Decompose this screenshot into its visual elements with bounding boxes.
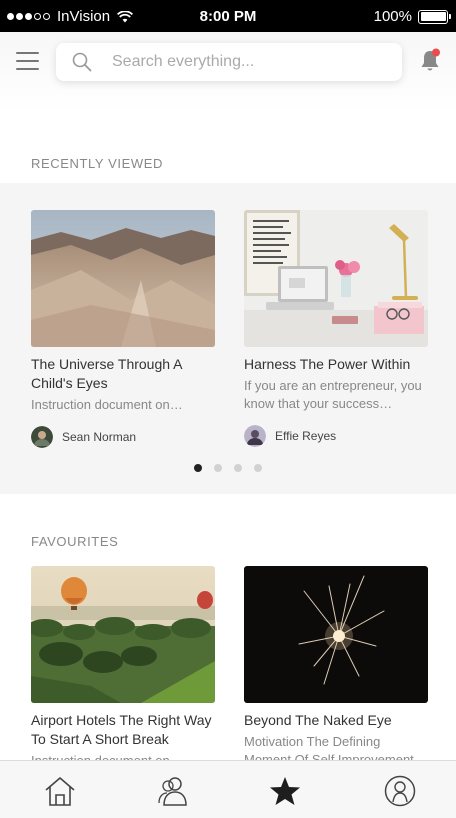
battery-percent: 100% xyxy=(373,8,412,25)
bell-icon[interactable] xyxy=(418,48,442,74)
search-input[interactable] xyxy=(112,53,382,71)
card-title: Airport Hotels The Right Way To Start A … xyxy=(31,712,212,747)
search-icon xyxy=(72,52,92,72)
card-image-desert-mountains xyxy=(31,210,215,347)
author-name: Effie Reyes xyxy=(275,429,337,443)
card-title: Beyond The Naked Eye xyxy=(244,712,392,728)
notification-badge xyxy=(432,48,440,57)
favourites-title: FAVOURITES xyxy=(31,534,119,549)
card-title: Harness The Power Within xyxy=(244,356,411,372)
card-author: Effie Reyes xyxy=(244,425,428,447)
tab-bar xyxy=(0,760,456,818)
battery-level xyxy=(420,12,446,21)
star-icon[interactable] xyxy=(268,775,302,807)
pager-dot[interactable] xyxy=(234,464,242,472)
favourite-card-2[interactable]: Beyond The Naked Eye Motivation The Defi… xyxy=(244,566,428,769)
author-name: Sean Norman xyxy=(62,430,137,444)
recent-card-1[interactable]: The Universe Through A Child's Eyes Inst… xyxy=(31,210,215,448)
recent-card-2[interactable]: Harness The Power Within If you are an e… xyxy=(244,210,428,447)
pager-dot[interactable] xyxy=(254,464,262,472)
carousel-pager xyxy=(0,464,456,472)
recently-viewed-title: RECENTLY VIEWED xyxy=(31,156,164,171)
profile-icon[interactable] xyxy=(383,775,417,807)
home-icon[interactable] xyxy=(43,775,77,807)
people-icon[interactable] xyxy=(156,775,190,807)
favourite-card-1[interactable]: Airport Hotels The Right Way To Start A … xyxy=(31,566,215,770)
card-image-workspace-desk xyxy=(244,210,428,347)
avatar xyxy=(244,425,266,447)
pager-dot[interactable] xyxy=(194,464,202,472)
hamburger-menu-icon[interactable] xyxy=(16,52,39,74)
card-image-balloons-palms xyxy=(31,566,215,703)
pager-dot[interactable] xyxy=(214,464,222,472)
status-right: 100% xyxy=(373,8,451,25)
status-bar: InVision 8:00 PM 100% xyxy=(0,0,456,32)
card-description: If you are an entrepreneur, you know tha… xyxy=(244,378,422,411)
avatar xyxy=(31,426,53,448)
card-author: Sean Norman xyxy=(31,426,215,448)
card-title: The Universe Through A Child's Eyes xyxy=(31,356,182,391)
battery-icon xyxy=(418,9,451,24)
card-image-sparkler xyxy=(244,566,428,703)
card-description: Instruction document on… xyxy=(31,397,183,412)
header xyxy=(0,32,456,112)
search-bar[interactable] xyxy=(56,43,402,81)
